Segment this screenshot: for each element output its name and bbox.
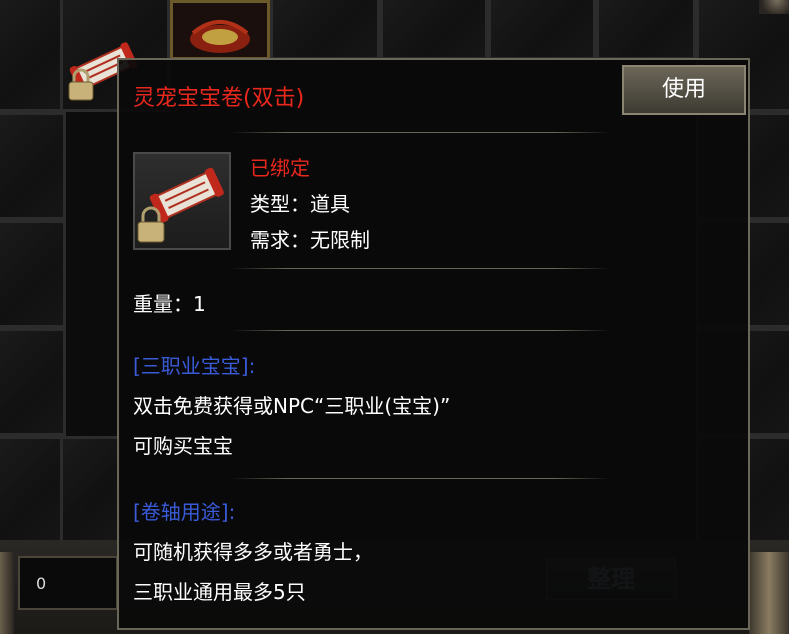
divider <box>231 132 611 133</box>
inventory-slot[interactable] <box>488 0 596 60</box>
frame-ornament <box>749 552 789 634</box>
bound-status: 已绑定 <box>250 156 310 180</box>
divider <box>231 268 611 269</box>
item-icon-frame <box>133 152 231 250</box>
inventory-slot[interactable] <box>0 0 66 112</box>
section-text: 双击免费获得或NPC“三职业(宝宝)” <box>133 394 451 418</box>
use-button[interactable]: 使用 <box>622 65 746 115</box>
gold-amount-field[interactable]: 0 <box>18 556 118 610</box>
inventory-slot[interactable] <box>380 0 488 60</box>
item-tooltip: 灵宠宝宝卷(双击) 使用 已绑定 类型：道具 需求：无限制 重量：1 [三职业宝… <box>117 58 750 630</box>
inventory-slot[interactable] <box>60 436 120 544</box>
frame-ornament <box>0 552 14 634</box>
inventory-slot[interactable] <box>270 0 380 60</box>
inventory-slot-equipped[interactable] <box>170 0 270 60</box>
inventory-slot[interactable] <box>0 112 66 220</box>
divider <box>231 330 611 331</box>
section-header: [卷轴用途]: <box>133 500 236 524</box>
ornament-icon <box>190 20 250 53</box>
item-type: 类型：道具 <box>250 192 350 216</box>
item-name: 灵宠宝宝卷(双击) <box>133 86 305 111</box>
item-requirement: 需求：无限制 <box>250 228 370 252</box>
inventory-slot[interactable] <box>596 0 696 60</box>
section-text: 可随机获得多多或者勇士， <box>133 540 373 564</box>
divider <box>231 478 611 479</box>
section-text: 可购买宝宝 <box>133 434 233 458</box>
item-weight: 重量：1 <box>133 292 206 316</box>
inventory-slot[interactable] <box>0 220 66 328</box>
corner-ornament <box>759 0 789 14</box>
inventory-slot[interactable] <box>0 328 66 436</box>
section-header: [三职业宝宝]: <box>133 354 256 378</box>
section-text: 三职业通用最多5只 <box>133 580 306 604</box>
lock-icon <box>68 68 94 101</box>
scroll-icon <box>137 167 224 243</box>
inventory-slot[interactable] <box>0 436 66 544</box>
